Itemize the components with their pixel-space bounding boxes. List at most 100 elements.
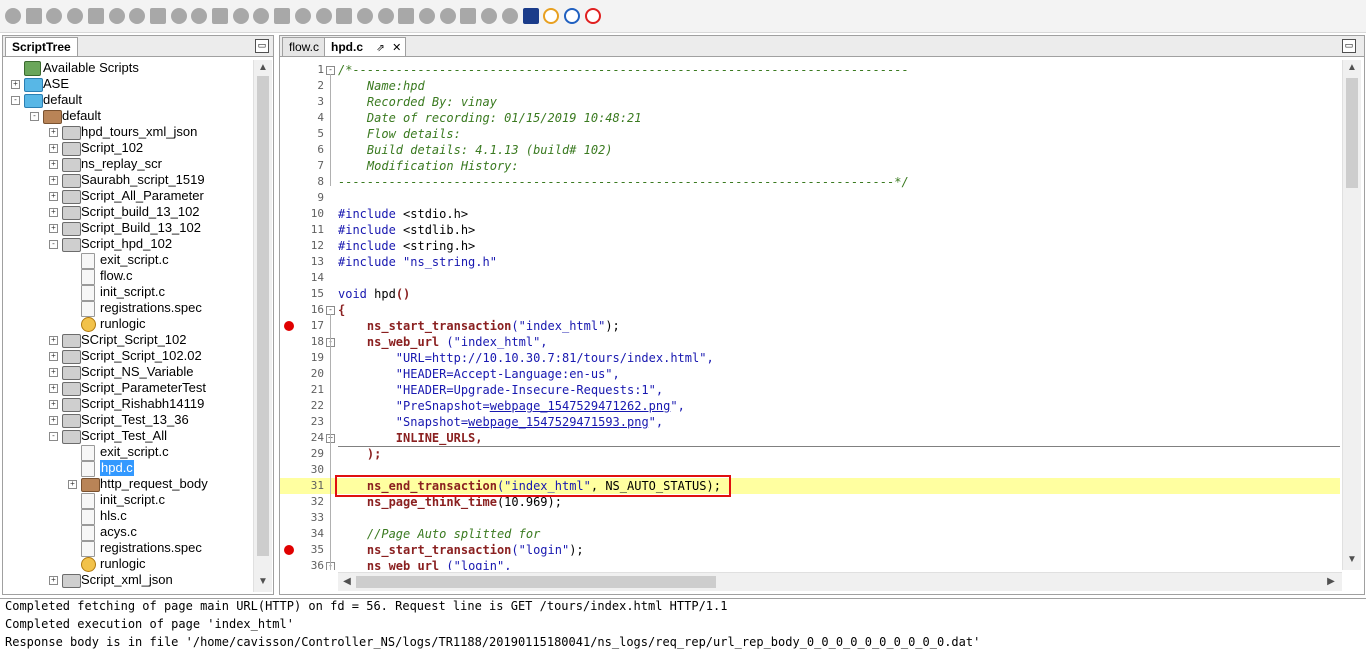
tree-item[interactable]: + Script_All_Parameter <box>7 188 253 204</box>
expand-icon[interactable]: + <box>49 176 58 185</box>
edit-icon[interactable] <box>336 8 353 24</box>
tab-scripttree[interactable]: ScriptTree <box>5 37 78 56</box>
tree-item[interactable]: + ns_replay_scr <box>7 156 253 172</box>
tree-vertical-scrollbar[interactable]: ▲ ▼ <box>253 60 272 592</box>
download-icon[interactable] <box>212 8 228 24</box>
tree-item[interactable]: hls.c <box>7 508 253 525</box>
tree-item[interactable]: + http_request_body <box>7 476 253 492</box>
comment-icon[interactable] <box>108 8 125 24</box>
expand-icon[interactable]: + <box>49 368 58 377</box>
expand-icon[interactable]: + <box>49 352 58 361</box>
page-icon[interactable] <box>398 8 415 24</box>
code-line[interactable]: 19 "URL=http://10.10.30.7:81/tours/index… <box>280 350 1340 366</box>
tree-item[interactable]: + Script_Rishabh14119 <box>7 396 253 412</box>
page-icon[interactable] <box>377 8 394 24</box>
tree-item[interactable]: - default <box>7 92 253 108</box>
scroll-left-icon[interactable]: ◀ <box>340 576 354 587</box>
maximize-icon[interactable]: ▭ <box>255 39 269 53</box>
stop-icon[interactable] <box>584 8 601 24</box>
code-line[interactable]: 16-{ <box>280 302 1340 318</box>
expand-icon[interactable]: + <box>49 336 58 345</box>
tree-item[interactable]: init_script.c <box>7 284 253 301</box>
tree-item[interactable]: flow.c <box>7 268 253 285</box>
maximize-icon[interactable]: ▭ <box>1342 39 1356 53</box>
snapshot-link[interactable]: webpage_1547529471262.png <box>490 399 671 413</box>
expand-icon[interactable]: + <box>49 400 58 409</box>
code-line[interactable]: 24+ INLINE_URLS, <box>280 430 1340 446</box>
editor-vertical-scrollbar[interactable]: ▲ ▼ <box>1342 60 1361 570</box>
tree-item[interactable]: exit_script.c <box>7 252 253 269</box>
tree-item[interactable]: - default <box>7 108 253 124</box>
collapse-icon[interactable]: - <box>49 240 58 249</box>
code-line[interactable]: 17 ns_start_transaction("index_html"); <box>280 318 1340 334</box>
tree-item[interactable]: + Script_build_13_102 <box>7 204 253 220</box>
reload-icon[interactable] <box>543 8 560 24</box>
code-line[interactable]: 11 #include <stdlib.h> <box>280 222 1340 238</box>
image-icon[interactable] <box>439 8 456 24</box>
expand-icon[interactable]: + <box>49 224 58 233</box>
expand-icon[interactable]: + <box>49 128 58 137</box>
code-line[interactable]: 1-/*------------------------------------… <box>280 62 1340 78</box>
tree-item[interactable]: + Script_Script_102.02 <box>7 348 253 364</box>
scroll-up-icon[interactable]: ▲ <box>256 62 270 73</box>
expand-icon[interactable]: + <box>49 144 58 153</box>
tree-item[interactable]: hpd.c <box>7 460 253 477</box>
tree-scroll-thumb[interactable] <box>257 76 269 556</box>
tree-item[interactable]: + SCript_Script_102 <box>7 332 253 348</box>
tab-hpd-c[interactable]: hpd.c ⇗ ✕ <box>324 37 407 56</box>
refresh-icon[interactable] <box>253 8 270 24</box>
upload-icon[interactable] <box>232 8 249 24</box>
expand-icon[interactable]: + <box>49 384 58 393</box>
export-icon[interactable] <box>481 8 498 24</box>
collapse-icon[interactable]: - <box>30 112 39 121</box>
expand-icon[interactable]: + <box>68 480 77 489</box>
code-line[interactable]: 18- ns_web_url ("index_html", <box>280 334 1340 350</box>
code-area[interactable]: 1-/*------------------------------------… <box>280 60 1340 570</box>
tree-item[interactable]: registrations.spec <box>7 300 253 317</box>
settings-icon[interactable] <box>460 8 477 24</box>
tree-item[interactable]: Available Scripts <box>7 60 253 76</box>
code-line[interactable]: 21 "HEADER=Upgrade-Insecure-Requests:1", <box>280 382 1340 398</box>
code-line[interactable]: 3 Recorded By: vinay <box>280 94 1340 110</box>
square-icon[interactable] <box>149 8 166 24</box>
collapse-icon[interactable]: - <box>49 432 58 441</box>
code-line[interactable]: 35 ns_start_transaction("login"); <box>280 542 1340 558</box>
code-line[interactable]: 29 ); <box>280 446 1340 462</box>
tree-item[interactable]: + ASE <box>7 76 253 92</box>
expand-icon[interactable]: + <box>11 80 20 89</box>
expand-icon[interactable]: + <box>49 192 58 201</box>
flag-icon[interactable] <box>129 8 146 24</box>
code-line[interactable]: 9 <box>280 190 1340 206</box>
tree-item[interactable]: + Script_102 <box>7 140 253 156</box>
collapse-icon[interactable]: - <box>11 96 20 105</box>
tree-item[interactable]: - Script_Test_All <box>7 428 253 444</box>
scroll-right-icon[interactable]: ▶ <box>1324 576 1338 587</box>
tree-item[interactable]: + hpd_tours_xml_json <box>7 124 253 140</box>
expand-icon[interactable]: + <box>49 416 58 425</box>
save-icon[interactable] <box>522 8 539 24</box>
tree-item[interactable]: exit_script.c <box>7 444 253 461</box>
breakpoint-icon[interactable] <box>284 321 294 331</box>
tree-item[interactable]: + Script_xml_json <box>7 572 253 588</box>
bookmark-icon[interactable] <box>274 8 291 24</box>
tree-item[interactable]: + Saurabh_script_1519 <box>7 172 253 188</box>
code-line[interactable]: 13 #include "ns_string.h" <box>280 254 1340 270</box>
no-entry-icon[interactable] <box>46 8 63 24</box>
tree-item[interactable]: + Script_Build_13_102 <box>7 220 253 236</box>
tree-item[interactable]: + Script_Test_13_36 <box>7 412 253 428</box>
copy-icon[interactable] <box>170 8 187 24</box>
code-line[interactable]: 5 Flow details: <box>280 126 1340 142</box>
circle-icon[interactable] <box>25 8 42 24</box>
play-icon[interactable] <box>87 8 104 24</box>
editor-scroll-thumb[interactable] <box>1346 78 1358 188</box>
close-tab-icon[interactable]: ✕ <box>392 42 401 54</box>
code-line[interactable]: 10 #include <stdio.h> <box>280 206 1340 222</box>
tree-item[interactable]: runlogic <box>7 556 253 572</box>
breakpoint-icon[interactable] <box>284 545 294 555</box>
gear-icon[interactable] <box>315 8 332 24</box>
pin-icon[interactable]: ⇗ <box>376 43 384 54</box>
code-line[interactable]: 12 #include <string.h> <box>280 238 1340 254</box>
expand-icon[interactable]: + <box>49 160 58 169</box>
code-line[interactable]: 2 Name:hpd <box>280 78 1340 94</box>
tree-item[interactable]: - Script_hpd_102 <box>7 236 253 252</box>
